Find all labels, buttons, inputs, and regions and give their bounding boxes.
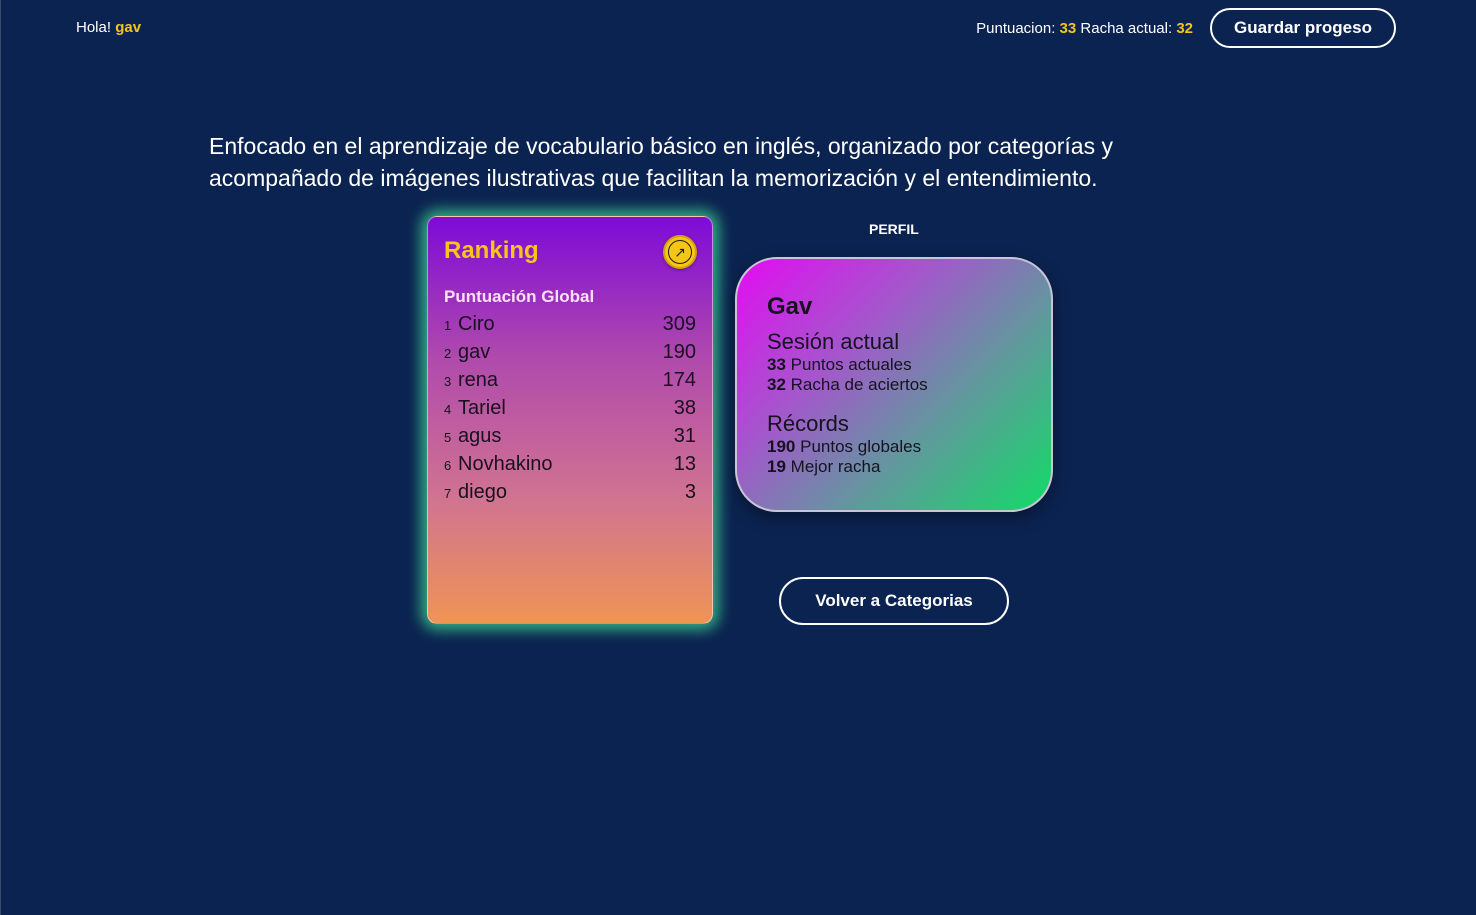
streak-stat-label: Racha de aciertos — [790, 375, 928, 394]
ranking-row: 4 Tariel 38 — [444, 397, 696, 425]
current-points-value: 33 — [767, 355, 786, 374]
ranking-position: 2 — [444, 346, 452, 361]
ranking-player-points: 38 — [673, 397, 696, 419]
ranking-subtitle: Puntuación Global — [444, 287, 595, 306]
open-ranking-button[interactable]: ↗ — [663, 235, 697, 269]
best-streak-value: 19 — [767, 457, 786, 476]
records-title: Récords — [767, 411, 849, 436]
score-label: Puntuacion: — [976, 20, 1056, 37]
global-points-value: 190 — [767, 437, 796, 456]
ranking-player-name: diego — [458, 481, 507, 503]
ranking-list: 1 Ciro 309 2 gav 190 3 rena 174 4 Tariel… — [444, 313, 696, 509]
ranking-position: 5 — [444, 430, 452, 445]
current-points-stat: 33 Puntos actuales — [767, 355, 1021, 375]
streak-label: Racha actual: — [1080, 20, 1173, 37]
username: gav — [115, 19, 142, 36]
page: Hola! gav Puntuacion: 33 Racha actual: 3… — [0, 0, 1476, 915]
global-points-label: Puntos globales — [800, 437, 922, 456]
ranking-card: Ranking ↗ Puntuación Global 1 Ciro 309 2… — [427, 216, 713, 624]
profile-card: Gav Sesión actual 33 Puntos actuales 32 … — [735, 257, 1053, 512]
session-title: Sesión actual — [767, 329, 900, 354]
ranking-row: 6 Novhakino 13 — [444, 453, 696, 481]
best-streak-label: Mejor racha — [790, 457, 881, 476]
ranking-row: 2 gav 190 — [444, 341, 696, 369]
ranking-position: 6 — [444, 458, 452, 473]
ranking-title: Ranking — [444, 237, 539, 264]
page-description: Enfocado en el aprendizaje de vocabulari… — [209, 133, 1113, 191]
ranking-player-name: rena — [458, 369, 499, 391]
streak-value: 32 — [1176, 20, 1193, 37]
ranking-player-points: 13 — [673, 453, 696, 475]
ranking-row: 5 agus 31 — [444, 425, 696, 453]
ranking-position: 1 — [444, 318, 452, 333]
ranking-row: 7 diego 3 — [444, 481, 696, 509]
current-points-label: Puntos actuales — [790, 355, 912, 374]
ranking-player-name: agus — [458, 425, 502, 447]
profile-name: Gav — [767, 293, 813, 320]
ranking-player-points: 309 — [662, 313, 696, 335]
save-progress-button[interactable]: Guardar progeso — [1210, 8, 1396, 48]
arrow-up-right-icon: ↗ — [668, 240, 692, 264]
ranking-player-name: Ciro — [458, 313, 495, 335]
ranking-position: 4 — [444, 402, 452, 417]
ranking-player-name: Tariel — [458, 397, 506, 419]
ranking-player-points: 3 — [684, 481, 696, 503]
streak-stat: 32 Racha de aciertos — [767, 375, 1021, 395]
ranking-position: 3 — [444, 374, 452, 389]
ranking-player-name: gav — [458, 341, 491, 363]
profile-label: PERFIL — [869, 221, 919, 237]
back-to-categories-button[interactable]: Volver a Categorias — [779, 577, 1009, 625]
global-points-stat: 190 Puntos globales — [767, 437, 1021, 457]
ranking-position: 7 — [444, 486, 452, 501]
ranking-player-name: Novhakino — [458, 453, 553, 475]
best-streak-stat: 19 Mejor racha — [767, 457, 1021, 477]
ranking-row: 3 rena 174 — [444, 369, 696, 397]
ranking-player-points: 31 — [673, 425, 696, 447]
streak-stat-value: 32 — [767, 375, 786, 394]
ranking-player-points: 174 — [662, 369, 696, 391]
greeting: Hola! gav — [76, 19, 141, 36]
greeting-prefix: Hola! — [76, 19, 112, 36]
ranking-player-points: 190 — [662, 341, 696, 363]
score-value: 33 — [1059, 20, 1077, 37]
score-summary: Puntuacion: 33 Racha actual: 32 — [976, 20, 1193, 37]
ranking-row: 1 Ciro 309 — [444, 313, 696, 341]
